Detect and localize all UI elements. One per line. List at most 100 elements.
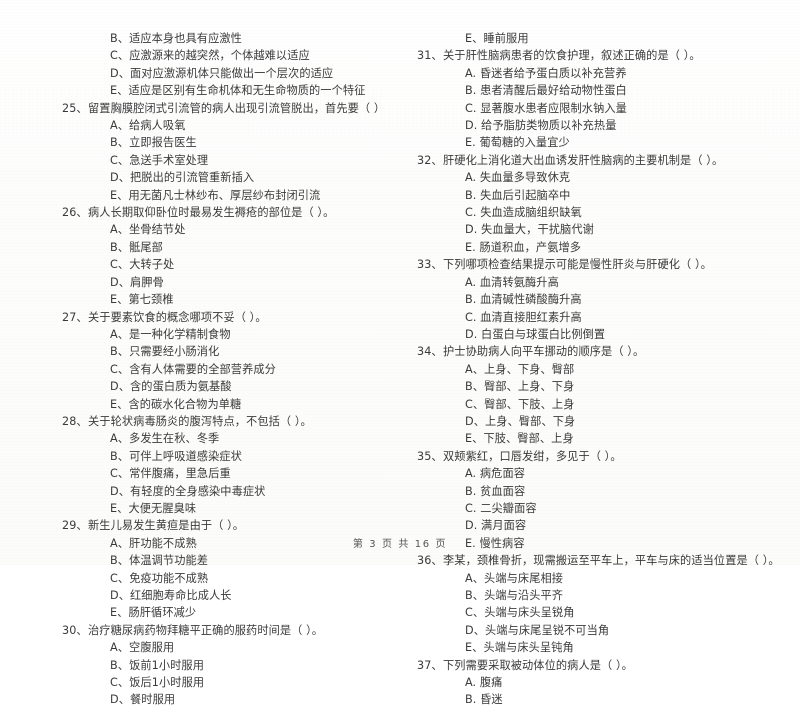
- question-number: 36、: [417, 554, 443, 568]
- option-line: E、第七颈椎: [110, 293, 174, 307]
- question-stem: 31、 关于肝性脑病患者的饮食护理，叙述正确的是（ ）。: [417, 47, 772, 64]
- question-block: 30、 治疗糖尿病药物拜糖平正确的服药时间是（ ）。 A、空腹服用 B、饭前1小…: [62, 622, 417, 709]
- question-text: 肝硬化上消化道大出血诱发肝性脑病的主要机制是（ ）。: [443, 153, 724, 167]
- question-block: 31、 关于肝性脑病患者的饮食护理，叙述正确的是（ ）。 A. 昏迷者给予蛋白质…: [417, 47, 772, 151]
- question-stem: 25、 留置胸膜腔闭式引流管的病人出现引流管脱出，首先要（ ）: [62, 100, 417, 117]
- option-line: E、用无菌凡士林纱布、厚层纱布封闭引流: [110, 188, 321, 202]
- option-line: B. 患者清醒后最好给动物性蛋白: [465, 84, 627, 98]
- option-line: A. 血清转氨酶升高: [465, 275, 559, 289]
- question-number: 28、: [62, 414, 88, 428]
- page-footer: 第 3 页 共 16 页: [352, 539, 448, 550]
- option-line: D. 白蛋白与球蛋白比例倒置: [465, 327, 606, 341]
- question-number: 29、: [62, 519, 88, 533]
- question-number: 25、: [62, 101, 88, 115]
- option-line: B、臀部、上身、下身: [465, 380, 575, 394]
- question-block: 34、 护士协助病人向平车挪动的顺序是（ ）。 A、上身、下身、臀部 B、臀部、…: [417, 343, 772, 447]
- question-number: 30、: [62, 623, 88, 637]
- option-line: B、适应本身也具有应激性: [110, 32, 242, 45]
- option-line: B、头端与沿头平齐: [465, 589, 564, 602]
- right-column: E、睡前服用 31、 关于肝性脑病患者的饮食护理，叙述正确的是（ ）。 A. 昏…: [417, 30, 780, 709]
- question-stem: 35、 双颊紫红，口唇发绀，多见于（ ）。: [417, 448, 772, 465]
- option-line: B、饭前1小时服用: [110, 658, 205, 672]
- option-line: E、头端与床头呈钝角: [465, 641, 574, 655]
- question-number: 35、: [417, 449, 443, 463]
- question-number: 31、: [417, 49, 443, 63]
- option-line: C、臀部、下肢、上身: [465, 397, 575, 411]
- question-stem: 37、 下列需要采取被动体位的病人是（ ）。: [417, 657, 772, 674]
- question-block: 27、 关于要素饮食的概念哪项不妥（ ）。 A、是一种化学精制食物 B、只需要经…: [62, 309, 417, 413]
- option-line: B、立即报告医生: [110, 136, 197, 150]
- question-stem: 33、 下列哪项检查结果提示可能是慢性肝炎与肝硬化（ ）。: [417, 256, 772, 273]
- option-line: E、适应是区别有生命机体和无生命物质的一个特征: [110, 84, 366, 98]
- question-stem: 29、 新生儿易发生黄疸是由于（ ）。: [62, 517, 417, 534]
- option-line: D、把脱出的引流管重新插入: [110, 171, 255, 185]
- option-line: B. 贫血面容: [465, 484, 526, 498]
- question-text: 治疗糖尿病药物拜糖平正确的服药时间是（ ）。: [88, 623, 324, 637]
- question-block: 36、 李某，颈椎骨折，现需搬运至平车上，平车与床的适当位置是（ ）。 A、头端…: [417, 552, 780, 656]
- option-line: A、坐骨结节处: [110, 223, 186, 237]
- option-line: A、头端与床尾相接: [465, 571, 564, 585]
- option-line: D. 失血量大，干扰脑代谢: [465, 223, 594, 237]
- question-stem: 34、 护士协助病人向平车挪动的顺序是（ ）。: [417, 343, 772, 360]
- option-line: E、肠肝循环减少: [110, 606, 197, 620]
- question-stem: 27、 关于要素饮食的概念哪项不妥（ ）。: [62, 309, 417, 326]
- option-line: A. 腹痛: [465, 676, 503, 690]
- option-line: B. 血清碱性磷酸酶升高: [465, 293, 582, 307]
- option-line: C、饭后1小时服用: [110, 676, 205, 690]
- option-line: D、红细胞寿命比成人长: [110, 589, 232, 602]
- question-text: 关于肝性脑病患者的饮食护理，叙述正确的是（ ）。: [443, 49, 701, 63]
- option-line: C、含有人体需要的全部营养成分: [110, 362, 276, 376]
- option-line: E、含的碳水化合物为单糖: [110, 397, 242, 411]
- left-orphan-options: B、适应本身也具有应激性 C、应激源来的越突然，个体越难以适应 D、面对应激源机…: [62, 30, 417, 100]
- question-block: 32、 肝硬化上消化道大出血诱发肝性脑病的主要机制是（ ）。 A. 失血量多导致…: [417, 152, 772, 256]
- question-stem: 26、 病人长期取仰卧位时最易发生褥疮的部位是（ ）。: [62, 204, 417, 221]
- question-text: 双颊紫红，口唇发绀，多见于（ ）。: [443, 449, 622, 463]
- question-text: 留置胸膜腔闭式引流管的病人出现引流管脱出，首先要（ ）: [88, 101, 386, 115]
- question-number: 33、: [417, 258, 443, 272]
- option-line: A、是一种化学精制食物: [110, 327, 231, 341]
- option-line: D. 给予脂肪类物质以补充热量: [465, 119, 617, 133]
- option-line: A、空腹服用: [110, 641, 175, 655]
- question-text: 护士协助病人向平车挪动的顺序是（ ）。: [443, 345, 645, 359]
- option-line: E. 肠道积血，产氨增多: [465, 240, 582, 254]
- option-line: C、大转子处: [110, 258, 175, 272]
- option-line: D、头端与床尾呈锐不可当角: [465, 623, 610, 637]
- right-orphan-options: E、睡前服用: [417, 30, 772, 47]
- question-text: 李某，颈椎骨折，现需搬运至平车上，平车与床的适当位置是（ ）。: [443, 554, 780, 568]
- question-block: 25、 留置胸膜腔闭式引流管的病人出现引流管脱出，首先要（ ） A、给病人吸氧 …: [62, 100, 417, 204]
- question-text: 新生儿易发生黄疸是由于（ ）。: [88, 519, 245, 533]
- question-stem: 30、 治疗糖尿病药物拜糖平正确的服药时间是（ ）。: [62, 622, 417, 639]
- question-number: 26、: [62, 206, 88, 220]
- option-line: D、肩胛骨: [110, 275, 164, 289]
- question-stem: 36、 李某，颈椎骨折，现需搬运至平车上，平车与床的适当位置是（ ）。: [417, 552, 780, 569]
- question-block: 29、 新生儿易发生黄疸是由于（ ）。 A、肝功能不成熟 B、体温调节功能差 C…: [62, 517, 417, 621]
- question-text: 关于轮状病毒肠炎的腹泻特点，不包括（ ）。: [88, 414, 312, 428]
- option-line: C、头端与床头呈锐角: [465, 606, 575, 620]
- question-block: 26、 病人长期取仰卧位时最易发生褥疮的部位是（ ）。 A、坐骨结节处 B、骶尾…: [62, 204, 417, 308]
- option-line: C. 失血造成脑组织缺氧: [465, 206, 582, 220]
- question-number: 37、: [417, 658, 443, 672]
- question-text: 关于要素饮食的概念哪项不妥（ ）。: [88, 310, 267, 324]
- option-line: C、免疫功能不成熟: [110, 571, 209, 585]
- option-line: C. 血清直接胆红素升高: [465, 310, 582, 324]
- option-line: B. 昏迷: [465, 693, 503, 707]
- question-number: 34、: [417, 345, 443, 359]
- question-block: 33、 下列哪项检查结果提示可能是慢性肝炎与肝硬化（ ）。 A. 血清转氨酶升高…: [417, 256, 772, 343]
- question-text: 病人长期取仰卧位时最易发生褥疮的部位是（ ）。: [88, 206, 335, 220]
- option-line: A、上身、下身、臀部: [465, 362, 575, 376]
- option-line: A. 病危面容: [465, 467, 526, 481]
- option-line: D、含的蛋白质为氨基酸: [110, 380, 232, 394]
- option-line: B、只需要经小肠消化: [110, 345, 220, 359]
- question-number: 27、: [62, 310, 88, 324]
- option-line: E. 葡萄糖的入量宜少: [465, 136, 570, 150]
- question-text: 下列哪项检查结果提示可能是慢性肝炎与肝硬化（ ）。: [443, 258, 712, 272]
- option-line: C、急送手术室处理: [110, 153, 209, 167]
- option-line: E、大便无腥臭味: [110, 501, 197, 515]
- option-line: A、多发生在秋、冬季: [110, 432, 220, 446]
- option-line: C、应激源来的越突然，个体越难以适应: [110, 49, 310, 63]
- document-page: B、适应本身也具有应激性 C、应激源来的越突然，个体越难以适应 D、面对应激源机…: [0, 0, 800, 706]
- two-column-body: B、适应本身也具有应激性 C、应激源来的越突然，个体越难以适应 D、面对应激源机…: [0, 30, 800, 709]
- question-stem: 28、 关于轮状病毒肠炎的腹泻特点，不包括（ ）。: [62, 413, 417, 430]
- option-line: C. 显著腹水患者应限制水钠入量: [465, 101, 627, 115]
- option-line: A. 失血量多导致休克: [465, 171, 571, 185]
